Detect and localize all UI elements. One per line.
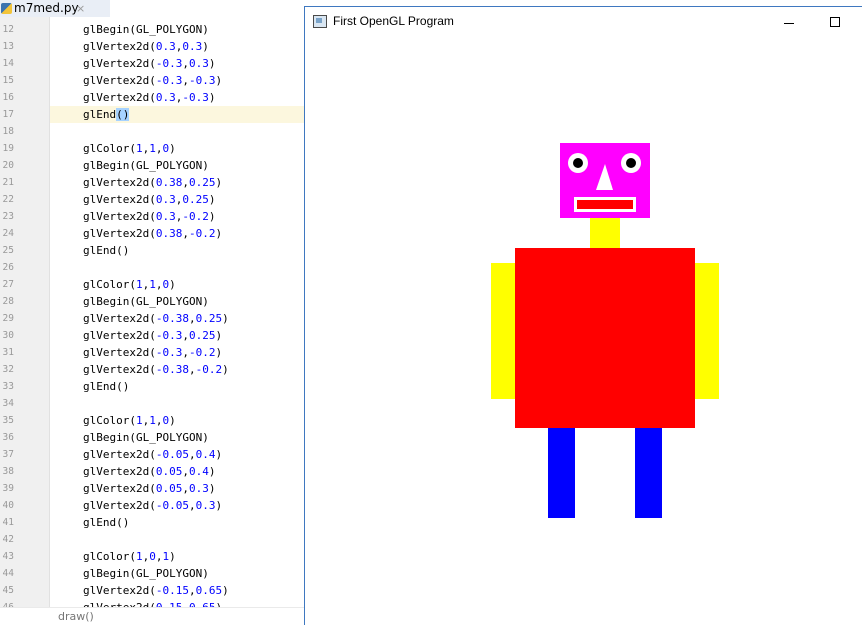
line-number: 22 xyxy=(2,194,14,205)
robot-left-leg xyxy=(548,428,575,518)
minimize-button[interactable] xyxy=(769,7,809,38)
robot-right-arm xyxy=(695,263,719,399)
line-number: 20 xyxy=(2,160,14,171)
code-line[interactable]: glEnd() xyxy=(83,378,129,395)
line-number: 24 xyxy=(2,228,14,239)
line-number: 28 xyxy=(2,296,14,307)
code-line[interactable]: glVertex2d(0.38,-0.2) xyxy=(83,225,222,242)
robot-right-pupil xyxy=(626,158,636,168)
line-number: 26 xyxy=(2,262,14,273)
code-line[interactable]: glVertex2d(-0.3,0.3) xyxy=(83,55,215,72)
robot-neck xyxy=(590,218,620,248)
line-number: 40 xyxy=(2,500,14,511)
code-line[interactable]: glBegin(GL_POLYGON) xyxy=(83,565,209,582)
robot-right-leg xyxy=(635,428,662,518)
robot-right-eye xyxy=(621,153,641,173)
code-line[interactable]: glVertex2d(-0.38,-0.2) xyxy=(83,361,229,378)
line-number: 35 xyxy=(2,415,14,426)
line-number: 32 xyxy=(2,364,14,375)
line-number: 38 xyxy=(2,466,14,477)
robot-body xyxy=(515,248,695,428)
robot-left-eye xyxy=(568,153,588,173)
line-number: 16 xyxy=(2,92,14,103)
code-line[interactable]: glColor(1,0,1) xyxy=(83,548,176,565)
line-number: 19 xyxy=(2,143,14,154)
line-number: 12 xyxy=(2,24,14,35)
line-number: 14 xyxy=(2,58,14,69)
robot-mouth xyxy=(574,197,636,212)
robot-left-pupil xyxy=(573,158,583,168)
code-line[interactable]: glVertex2d(0.3,-0.2) xyxy=(83,208,215,225)
line-number: 31 xyxy=(2,347,14,358)
code-line[interactable]: glEnd() xyxy=(83,242,129,259)
line-number: 15 xyxy=(2,75,14,86)
code-line[interactable]: glVertex2d(-0.15,0.65) xyxy=(83,582,229,599)
line-number: 41 xyxy=(2,517,14,528)
code-line[interactable]: glVertex2d(0.38,0.25) xyxy=(83,174,222,191)
code-line[interactable]: glVertex2d(0.05,0.3) xyxy=(83,480,215,497)
code-line[interactable]: glVertex2d(-0.38,0.25) xyxy=(83,310,229,327)
code-line[interactable]: glEnd() xyxy=(83,106,130,123)
code-editor-pane: m7med.py × 12 glBegin(GL_POLYGON) 13 glVert… xyxy=(0,0,304,624)
window-titlebar[interactable]: First OpenGL Program xyxy=(305,7,862,38)
code-line[interactable]: glVertex2d(-0.3,-0.2) xyxy=(83,344,222,361)
close-tab-icon[interactable]: × xyxy=(76,0,85,17)
line-number: 30 xyxy=(2,330,14,341)
breadcrumb-function[interactable]: draw() xyxy=(58,610,94,623)
robot-nose xyxy=(596,164,613,190)
python-file-icon xyxy=(1,3,12,14)
code-line[interactable]: glVertex2d(0.3,0.3) xyxy=(83,38,209,55)
line-number: 45 xyxy=(2,585,14,596)
tab-label: m7med.py xyxy=(14,1,79,15)
code-line[interactable]: glVertex2d(-0.3,0.25) xyxy=(83,327,222,344)
line-number: 44 xyxy=(2,568,14,579)
code-line[interactable]: glBegin(GL_POLYGON) xyxy=(83,157,209,174)
line-number: 42 xyxy=(2,534,14,545)
line-number: 37 xyxy=(2,449,14,460)
line-number: 18 xyxy=(2,126,14,137)
line-number: 39 xyxy=(2,483,14,494)
line-number: 34 xyxy=(2,398,14,409)
code-line[interactable]: glVertex2d(-0.3,-0.3) xyxy=(83,72,222,89)
code-line[interactable]: glBegin(GL_POLYGON) xyxy=(83,21,209,38)
line-number: 27 xyxy=(2,279,14,290)
line-number: 21 xyxy=(2,177,14,188)
line-number: 25 xyxy=(2,245,14,256)
line-number: 29 xyxy=(2,313,14,324)
opengl-window: First OpenGL Program xyxy=(304,6,862,625)
app-window-icon xyxy=(313,15,327,28)
code-line[interactable]: glColor(1,1,0) xyxy=(83,276,176,293)
line-number: 23 xyxy=(2,211,14,222)
code-line[interactable]: glVertex2d(-0.05,0.3) xyxy=(83,497,222,514)
code-line[interactable]: glVertex2d(-0.05,0.4) xyxy=(83,446,222,463)
code-line[interactable]: glColor(1,1,0) xyxy=(83,412,176,429)
maximize-button[interactable] xyxy=(815,7,855,38)
line-number: 17 xyxy=(2,109,14,120)
robot-left-arm xyxy=(491,263,515,399)
tab-m7med-py[interactable]: m7med.py × xyxy=(0,0,110,18)
line-number: 43 xyxy=(2,551,14,562)
line-number: 36 xyxy=(2,432,14,443)
code-line[interactable]: glVertex2d(0.05,0.4) xyxy=(83,463,215,480)
line-number: 33 xyxy=(2,381,14,392)
code-line[interactable]: glVertex2d(0.3,-0.3) xyxy=(83,89,215,106)
code-line[interactable]: glBegin(GL_POLYGON) xyxy=(83,293,209,310)
code-line[interactable]: glEnd() xyxy=(83,514,129,531)
code-line[interactable]: glBegin(GL_POLYGON) xyxy=(83,429,209,446)
code-line[interactable]: glVertex2d(0.3,0.25) xyxy=(83,191,215,208)
breadcrumb-bar: draw() xyxy=(0,607,304,624)
code-line[interactable]: glColor(1,1,0) xyxy=(83,140,176,157)
line-number: 13 xyxy=(2,41,14,52)
window-title: First OpenGL Program xyxy=(333,14,454,28)
